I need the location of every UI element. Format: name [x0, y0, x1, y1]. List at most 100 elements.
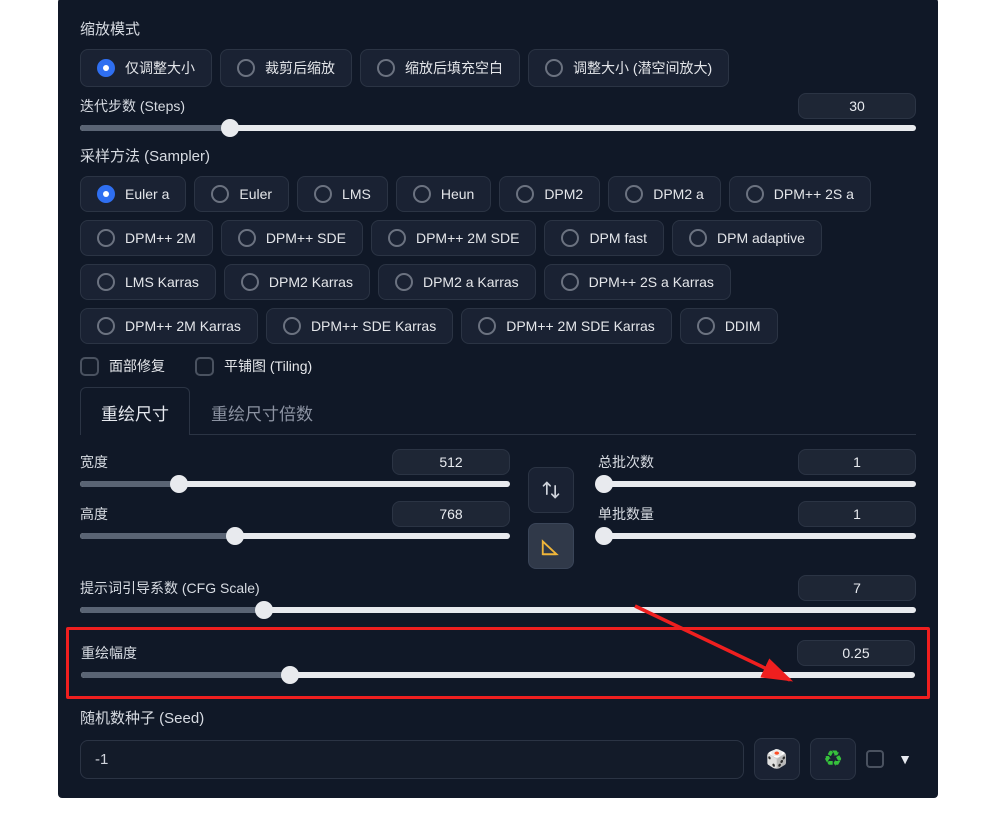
sampler-opt[interactable]: DPM++ SDE: [221, 220, 363, 256]
cfg-slider[interactable]: [80, 607, 916, 613]
sampler-opt-label: DPM++ 2M SDE Karras: [506, 318, 655, 334]
height-value[interactable]: 768: [392, 501, 510, 527]
seed-extras-checkbox[interactable]: [866, 750, 884, 768]
radio-dot-icon: [238, 229, 256, 247]
radio-dot-icon: [97, 317, 115, 335]
sampler-opt-label: DPM2 a: [653, 186, 704, 202]
sampler-opt-label: DPM2 a Karras: [423, 274, 519, 290]
ruler-button[interactable]: [528, 523, 574, 569]
batch-size-row: 单批数量 1: [598, 501, 916, 539]
sampler-opt-label: DPM++ SDE Karras: [311, 318, 436, 334]
sampler-opt[interactable]: Heun: [396, 176, 491, 212]
radio-dot-icon: [395, 273, 413, 291]
face-restore-checkbox[interactable]: 面部修复: [80, 356, 165, 376]
sampler-opt-label: DPM2: [544, 186, 583, 202]
steps-slider[interactable]: [80, 125, 916, 131]
resize-opt-latent[interactable]: 调整大小 (潜空间放大): [528, 49, 729, 87]
checkbox-row: 面部修复 平铺图 (Tiling): [80, 356, 916, 376]
radio-dot-icon: [625, 185, 643, 203]
chevron-down-icon[interactable]: ▼: [894, 751, 916, 767]
sampler-opt-label: DPM++ 2S a: [774, 186, 854, 202]
sampler-opt[interactable]: DPM++ 2M SDE Karras: [461, 308, 672, 344]
sampler-opt[interactable]: DPM2 Karras: [224, 264, 370, 300]
resize-tabs: 重绘尺寸 重绘尺寸倍数: [80, 386, 916, 435]
sampler-opt[interactable]: DPM++ 2S a Karras: [544, 264, 731, 300]
width-value[interactable]: 512: [392, 449, 510, 475]
batch-size-value[interactable]: 1: [798, 501, 916, 527]
sampler-opt-label: DPM2 Karras: [269, 274, 353, 290]
batch-count-label: 总批次数: [598, 452, 654, 472]
resize-mode-group: 仅调整大小 裁剪后缩放 缩放后填充空白 调整大小 (潜空间放大): [80, 49, 916, 87]
denoise-value[interactable]: 0.25: [797, 640, 915, 666]
batch-size-slider[interactable]: [598, 533, 916, 539]
batch-count-value[interactable]: 1: [798, 449, 916, 475]
sampler-opt[interactable]: DPM2: [499, 176, 600, 212]
radio-dot-icon: [97, 229, 115, 247]
sampler-opt[interactable]: DPM2 a: [608, 176, 721, 212]
radio-dot-icon: [516, 185, 534, 203]
sampler-opt-label: DPM adaptive: [717, 230, 805, 246]
denoise-row: 重绘幅度 0.25: [81, 640, 915, 678]
sampler-opt-label: DPM++ 2M: [125, 230, 196, 246]
sampler-opt[interactable]: DPM++ 2M: [80, 220, 213, 256]
resize-opt-label: 裁剪后缩放: [265, 58, 335, 78]
width-row: 宽度 512: [80, 449, 510, 487]
sampler-opt[interactable]: DPM fast: [544, 220, 664, 256]
sampler-opt-label: DPM++ 2M Karras: [125, 318, 241, 334]
tab-resize-mult[interactable]: 重绘尺寸倍数: [190, 387, 334, 435]
sampler-opt-label: LMS Karras: [125, 274, 199, 290]
radio-dot-icon: [314, 185, 332, 203]
seed-input[interactable]: [80, 740, 744, 779]
height-row: 高度 768: [80, 501, 510, 539]
sampler-opt[interactable]: DPM++ 2M Karras: [80, 308, 258, 344]
sampler-opt-label: Heun: [441, 186, 474, 202]
reuse-seed-button[interactable]: ♻: [810, 738, 856, 780]
settings-panel: 缩放模式 仅调整大小 裁剪后缩放 缩放后填充空白 调整大小 (潜空间放大) 迭代…: [58, 0, 938, 798]
resize-opt-just-resize[interactable]: 仅调整大小: [80, 49, 212, 87]
radio-dot-icon: [377, 59, 395, 77]
sampler-opt[interactable]: Euler a: [80, 176, 186, 212]
seed-row: 🎲 ♻ ▼: [80, 738, 916, 780]
width-slider[interactable]: [80, 481, 510, 487]
cfg-label: 提示词引导系数 (CFG Scale): [80, 578, 260, 598]
swap-dimensions-button[interactable]: [528, 467, 574, 513]
tiling-checkbox[interactable]: 平铺图 (Tiling): [195, 356, 312, 376]
resize-opt-fill[interactable]: 缩放后填充空白: [360, 49, 520, 87]
height-slider[interactable]: [80, 533, 510, 539]
ruler-icon: [540, 535, 562, 557]
batch-count-slider[interactable]: [598, 481, 916, 487]
radio-dot-icon: [689, 229, 707, 247]
denoise-slider[interactable]: [81, 672, 915, 678]
radio-dot-icon: [241, 273, 259, 291]
radio-dot-icon: [237, 59, 255, 77]
height-label: 高度: [80, 504, 108, 524]
sampler-opt[interactable]: DPM++ 2M SDE: [371, 220, 536, 256]
sampler-opt-label: DDIM: [725, 318, 761, 334]
radio-dot-icon: [413, 185, 431, 203]
sampler-group: Euler a Euler LMS Heun DPM2 DPM2 a DPM++ 2S a D…: [80, 176, 916, 344]
sampler-opt[interactable]: Euler: [194, 176, 289, 212]
radio-dot-icon: [388, 229, 406, 247]
batch-size-label: 单批数量: [598, 504, 654, 524]
tab-resize-abs[interactable]: 重绘尺寸: [80, 387, 190, 435]
sampler-opt[interactable]: DPM adaptive: [672, 220, 822, 256]
sampler-label: 采样方法 (Sampler): [80, 145, 916, 166]
steps-value[interactable]: 30: [798, 93, 916, 119]
radio-dot-icon: [97, 273, 115, 291]
checkbox-icon: [80, 357, 99, 376]
radio-dot-icon: [478, 317, 496, 335]
sampler-opt-label: Euler: [239, 186, 272, 202]
tiling-label: 平铺图 (Tiling): [224, 356, 312, 376]
sampler-opt[interactable]: LMS Karras: [80, 264, 216, 300]
sampler-opt[interactable]: DDIM: [680, 308, 778, 344]
batch-count-row: 总批次数 1: [598, 449, 916, 487]
radio-dot-icon: [211, 185, 229, 203]
sampler-opt[interactable]: DPM++ SDE Karras: [266, 308, 453, 344]
denoise-label: 重绘幅度: [81, 643, 137, 663]
sampler-opt[interactable]: DPM++ 2S a: [729, 176, 871, 212]
resize-opt-crop[interactable]: 裁剪后缩放: [220, 49, 352, 87]
sampler-opt[interactable]: DPM2 a Karras: [378, 264, 536, 300]
sampler-opt[interactable]: LMS: [297, 176, 388, 212]
randomize-seed-button[interactable]: 🎲: [754, 738, 800, 780]
cfg-value[interactable]: 7: [798, 575, 916, 601]
